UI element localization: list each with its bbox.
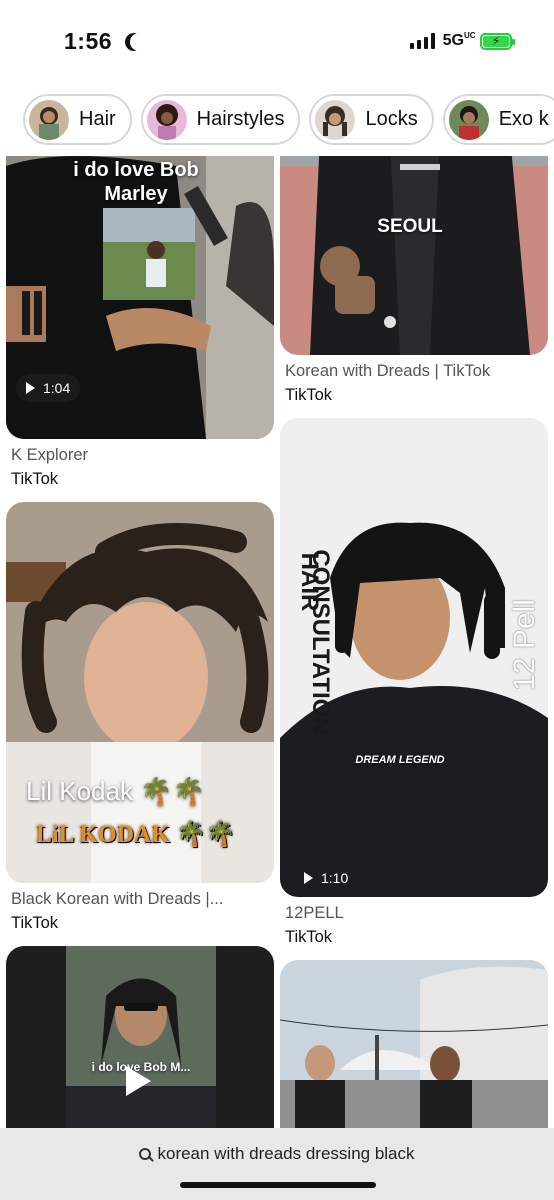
chip-hair[interactable]: Hair xyxy=(23,94,132,145)
pin-source: TikTok xyxy=(11,914,59,932)
chip-label: Hair xyxy=(79,108,116,130)
signal-icon xyxy=(409,33,435,49)
pin-overlay-text: 12 Pell xyxy=(508,599,541,691)
status-indicators: 5GUC ⚡ xyxy=(409,31,515,50)
related-chips: Hair Hairstyles Locks Exo k xyxy=(23,94,554,146)
chip-avatar xyxy=(29,99,69,140)
chip-hairstyles[interactable]: Hairstyles xyxy=(140,94,301,145)
home-indicator xyxy=(180,1182,376,1188)
pin-source: TikTok xyxy=(285,386,333,404)
pin-source: TikTok xyxy=(11,470,59,488)
pin-overlay-text: i do love Bob Marley xyxy=(73,159,199,205)
pin-overlay-text: SEOUL xyxy=(377,216,443,237)
pin-title: Korean with Dreads | TikTok xyxy=(285,362,491,380)
pin-title: 12PELL xyxy=(285,904,344,922)
pin-image[interactable] xyxy=(280,960,548,1128)
pin-image[interactable]: HAIR CONSULTATION 12 Pell DREAM LEGEND 1… xyxy=(280,418,548,897)
pin-card[interactable] xyxy=(280,960,548,1128)
pin-title: Black Korean with Dreads |... xyxy=(11,890,224,908)
pin-source: TikTok xyxy=(285,928,333,946)
status-bar: 1:56 5GUC ⚡ xyxy=(0,0,554,84)
chip-label: Hairstyles xyxy=(196,108,285,130)
chip-locks[interactable]: Locks xyxy=(309,94,434,145)
chip-exo-k[interactable]: Exo k xyxy=(442,94,554,145)
search-bar[interactable]: korean with dreads dressing black xyxy=(0,1128,554,1200)
shirt-print: DREAM LEGEND xyxy=(355,754,445,766)
play-icon xyxy=(26,382,35,394)
pin-card[interactable]: i do love Bob Marley 1:04 K Explorer Tik… xyxy=(6,156,274,496)
chip-avatar xyxy=(448,99,489,140)
video-duration-badge: 1:10 xyxy=(294,864,359,892)
pin-image[interactable]: SEOUL xyxy=(280,156,548,355)
pin-image[interactable]: i do love Bob Marley 1:04 xyxy=(6,156,274,439)
chip-label: Locks xyxy=(365,108,418,130)
pin-overlay-text: LiL KODAK 🌴🌴 xyxy=(36,822,236,848)
pin-title: K Explorer xyxy=(11,446,89,464)
clock-text: 1:56 xyxy=(64,28,113,54)
pin-card[interactable]: HAIR CONSULTATION 12 Pell DREAM LEGEND 1… xyxy=(280,418,548,948)
pin-feed: i do love Bob Marley 1:04 K Explorer Tik… xyxy=(0,156,554,1128)
pin-overlay-text: CONSULTATION xyxy=(307,549,334,735)
chip-label: Exo k xyxy=(498,108,549,130)
search-query-row[interactable]: korean with dreads dressing black xyxy=(0,1144,554,1164)
pin-card[interactable]: Lil Kodak 🌴🌴 LiL KODAK 🌴🌴 Black Korean w… xyxy=(6,502,274,936)
battery-icon: ⚡ xyxy=(480,32,515,50)
status-time: 1:56 xyxy=(64,28,146,55)
pin-card[interactable]: SEOUL Korean with Dreads | TikTok TikTok xyxy=(280,156,548,406)
chip-avatar xyxy=(315,99,356,140)
chip-avatar xyxy=(146,99,187,140)
moon-icon xyxy=(130,33,148,51)
play-icon xyxy=(304,872,313,884)
play-icon xyxy=(126,1066,151,1096)
search-query-text: korean with dreads dressing black xyxy=(157,1144,415,1163)
pin-image[interactable]: Lil Kodak 🌴🌴 LiL KODAK 🌴🌴 xyxy=(6,502,274,883)
network-label: 5GUC xyxy=(442,31,476,50)
video-duration-badge: 1:04 xyxy=(16,374,81,402)
pin-card[interactable]: i do love Bob M... xyxy=(6,946,274,1128)
search-icon xyxy=(139,1148,152,1160)
pin-overlay-text: Lil Kodak 🌴🌴 xyxy=(26,776,205,806)
pin-image[interactable]: i do love Bob M... xyxy=(6,946,274,1128)
